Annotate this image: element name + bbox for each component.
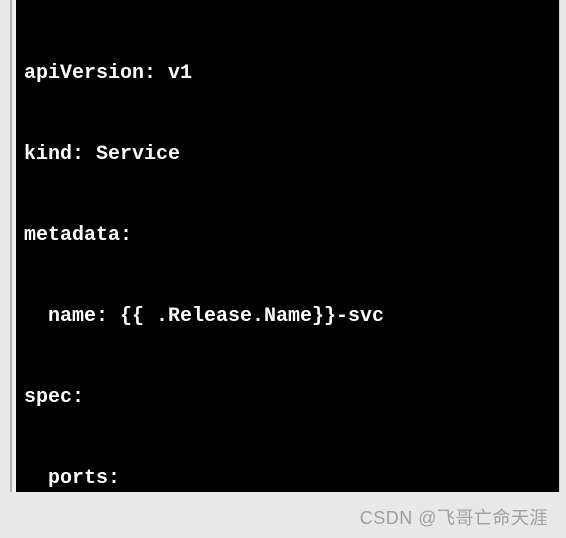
code-line: kind: Service (24, 141, 551, 168)
code-line: ports: (24, 465, 551, 492)
code-line: spec: (24, 384, 551, 411)
code-line: metadata: (24, 222, 551, 249)
code-line: apiVersion: v1 (24, 60, 551, 87)
terminal-window: apiVersion: v1 kind: Service metadata: n… (10, 0, 560, 492)
watermark-text: CSDN @飞哥亡命天涯 (360, 504, 548, 530)
terminal-content[interactable]: apiVersion: v1 kind: Service metadata: n… (16, 0, 559, 492)
code-line: name: {{ .Release.Name}}-svc (24, 303, 551, 330)
